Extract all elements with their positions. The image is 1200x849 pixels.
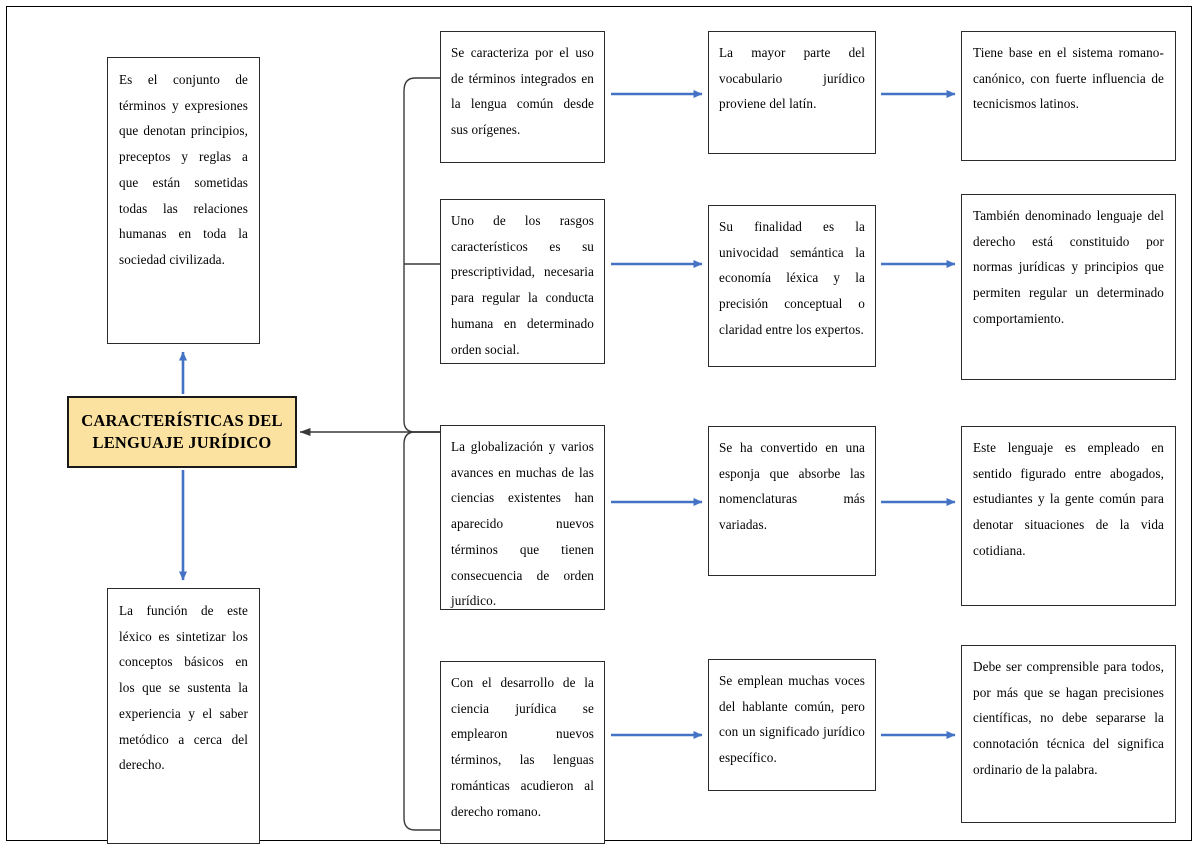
node-row1-col3-text: Tiene base en el sistema romano-canónico…	[973, 45, 1164, 112]
center-title-line-1: CARACTERÍSTICAS DEL	[81, 411, 283, 431]
node-row4-col2-text: Se emplean muchas voces del hablante com…	[719, 673, 865, 766]
bracket-center-to-rows	[403, 77, 440, 831]
node-row2-col2-text: Su finalidad es la univocidad semántica …	[719, 219, 865, 337]
node-row2-col2: Su finalidad es la univocidad semántica …	[708, 205, 876, 367]
node-row4-col3: Debe ser comprensible para todos, por má…	[961, 645, 1176, 823]
diagram-canvas: Es el conjunto de términos y expresiones…	[0, 0, 1200, 849]
node-center-title: CARACTERÍSTICAS DEL LENGUAJE JURÍDICO	[67, 396, 297, 468]
node-row4-col3-text: Debe ser comprensible para todos, por má…	[973, 659, 1164, 777]
node-row4-col2: Se emplean muchas voces del hablante com…	[708, 659, 876, 791]
node-row4-col1: Con el desarrollo de la ciencia jurídica…	[440, 661, 605, 844]
node-left-top-text: Es el conjunto de términos y expresiones…	[119, 72, 248, 268]
node-row3-col1: La globalización y varios avances en muc…	[440, 425, 605, 610]
node-row3-col1-text: La globalización y varios avances en muc…	[451, 439, 594, 609]
node-row4-col1-text: Con el desarrollo de la ciencia jurídica…	[451, 675, 594, 819]
node-left-bottom-text: La función de este léxico es sintetizar …	[119, 603, 248, 773]
node-row2-col3: También denominado lenguaje del derecho …	[961, 194, 1176, 380]
center-title-line-2: LENGUAJE JURÍDICO	[92, 433, 272, 452]
node-row1-col2-text: La mayor parte del vocabulario jurídico …	[719, 45, 865, 112]
node-row3-col2-text: Se ha convertido en una esponja que abso…	[719, 440, 865, 533]
node-row3-col3-text: Este lenguaje es empleado en sentido fig…	[973, 440, 1164, 558]
node-row1-col3: Tiene base en el sistema romano-canónico…	[961, 31, 1176, 161]
node-center-title-text: CARACTERÍSTICAS DEL LENGUAJE JURÍDICO	[75, 410, 288, 454]
node-row2-col1-text: Uno de los rasgos característicos es su …	[451, 213, 594, 357]
node-left-bottom: La función de este léxico es sintetizar …	[107, 588, 260, 844]
node-row3-col2: Se ha convertido en una esponja que abso…	[708, 426, 876, 576]
node-row1-col1: Se caracteriza por el uso de términos in…	[440, 31, 605, 163]
node-row1-col2: La mayor parte del vocabulario jurídico …	[708, 31, 876, 154]
node-left-top: Es el conjunto de términos y expresiones…	[107, 57, 260, 344]
node-row3-col3: Este lenguaje es empleado en sentido fig…	[961, 426, 1176, 606]
node-row1-col1-text: Se caracteriza por el uso de términos in…	[451, 45, 594, 138]
node-row2-col1: Uno de los rasgos característicos es su …	[440, 199, 605, 364]
node-row2-col3-text: También denominado lenguaje del derecho …	[973, 208, 1164, 326]
